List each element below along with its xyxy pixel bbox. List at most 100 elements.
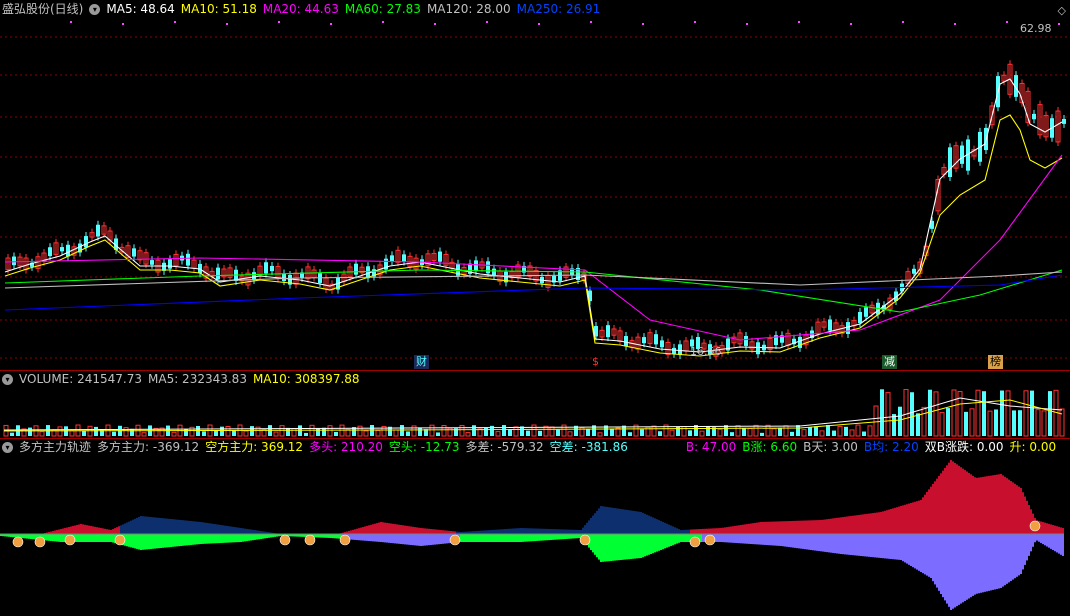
indicator-upper-bar: [578, 529, 580, 534]
volume-bar: [801, 429, 807, 437]
chevron-down-icon[interactable]: ▾: [2, 374, 13, 385]
indicator-lower-bar: [572, 534, 574, 539]
indicator-lower-bar: [218, 534, 220, 544]
volume-bar: [964, 411, 968, 436]
indicator-lower-bar: [206, 534, 208, 544]
event-marker-dollar[interactable]: $: [590, 355, 601, 369]
indicator-chart-pane[interactable]: ▾ 多方主力轨迹 多方主力: -369.12 空方主力: 369.12 多头: 210.…: [0, 438, 1070, 616]
indicator-lower-bar: [672, 534, 674, 546]
indicator-upper-bar: [94, 526, 96, 534]
indicator-upper-bar: [936, 478, 938, 534]
volume-bar: [862, 431, 866, 436]
indicator-upper-bar: [90, 526, 92, 534]
indicator-upper-bar: [122, 524, 124, 534]
indicator-lower-bar: [918, 534, 920, 571]
indicator-upper-bar: [226, 525, 228, 534]
indicator-upper-bar: [156, 517, 158, 534]
candlestick: [60, 247, 64, 252]
indicator-lower-bar: [88, 534, 90, 542]
volume-bar: [484, 427, 488, 436]
chevron-down-icon[interactable]: ▾: [89, 4, 101, 15]
indicator-lower-bar: [718, 534, 720, 542]
indicator-lower-bar: [248, 534, 250, 541]
candlestick: [912, 268, 916, 274]
ma10-value: MA10: 51.18: [180, 2, 257, 16]
candlestick: [84, 236, 88, 248]
indicator-upper-bar: [148, 516, 150, 534]
indicator-upper-bar: [964, 470, 966, 534]
indicator-lower-bar: [994, 534, 996, 590]
volume-bar: [531, 424, 537, 437]
indicator-upper-bar: [938, 476, 940, 534]
indicator-upper-bar: [158, 517, 160, 534]
indicator-lower-bar: [964, 534, 966, 602]
indicator-lower-bar: [896, 534, 898, 560]
indicator-upper-bar: [354, 529, 356, 534]
indicator-chart[interactable]: [0, 438, 1070, 616]
indicator-lower-bar: [270, 534, 272, 538]
indicator-lower-bar: [826, 534, 828, 553]
event-marker-jian[interactable]: 减: [882, 355, 897, 369]
volume-bar: [214, 430, 218, 436]
volume-bar: [304, 432, 308, 436]
indicator-lower-bar: [742, 534, 744, 544]
indicator-lower-bar: [952, 534, 954, 609]
indicator-upper-bar: [888, 509, 890, 534]
volume-bar: [549, 426, 555, 437]
indicator-lower-bar: [1016, 534, 1018, 577]
volume-bar: [808, 427, 812, 436]
indicator-lower-bar: [522, 534, 524, 542]
indicator-lower-bar: [264, 534, 266, 539]
price-chart-pane[interactable]: 盛弘股份(日线) ▾ MA5: 48.64 MA10: 51.18 MA20: 44.6…: [0, 0, 1070, 370]
indicator-upper-bar: [68, 527, 70, 534]
volume-bar: [844, 426, 848, 436]
indicator-upper-bar: [776, 521, 778, 534]
indicator-lower-bar: [912, 534, 914, 568]
indicator-upper-bar: [1022, 492, 1024, 534]
candlestick: [948, 147, 952, 177]
indicator-upper-bar: [768, 521, 770, 534]
indicator-upper-bar: [714, 528, 716, 534]
indicator-upper-bar: [502, 529, 504, 534]
indicator-upper-bar: [954, 462, 956, 534]
indicator-upper-bar: [642, 512, 644, 534]
indicator-lower-bar: [916, 534, 918, 570]
indicator-upper-bar: [436, 529, 438, 534]
chevron-down-icon[interactable]: ▾: [2, 442, 13, 453]
indicator-lower-bar: [740, 534, 742, 544]
indicator-upper-bar: [836, 517, 838, 534]
indicator-lower-bar: [798, 534, 800, 549]
indicator-lower-bar: [176, 534, 178, 547]
indicator-upper-bar: [1052, 525, 1054, 534]
indicator-upper-bar: [924, 494, 926, 534]
price-chart[interactable]: [0, 0, 1070, 370]
indicator-upper-bar: [928, 489, 930, 534]
indicator-upper-bar: [824, 519, 826, 534]
indicator-lower-bar: [242, 534, 244, 542]
indicator-upper-bar: [798, 520, 800, 534]
volume-chart-pane[interactable]: ▾ VOLUME: 241547.73 MA5: 232343.83 MA10: 30…: [0, 370, 1070, 438]
indicator-upper-bar: [930, 486, 932, 534]
indicator-lower-bar: [600, 534, 602, 562]
indicator-lower-bar: [828, 534, 830, 553]
indicator-upper-bar: [766, 521, 768, 534]
indicator-upper-bar: [192, 521, 194, 534]
signal-dot: [1058, 23, 1060, 25]
indicator-upper-bar: [1044, 522, 1046, 534]
event-marker-cai[interactable]: 财: [414, 355, 429, 369]
indicator-lower-bar: [468, 534, 470, 542]
diamond-icon[interactable]: ◇: [1058, 4, 1066, 17]
indicator-upper-bar: [196, 521, 198, 534]
indicator-lower-bar: [614, 534, 616, 561]
indicator-upper-bar: [882, 511, 884, 534]
indicator-lower-bar: [126, 534, 128, 547]
indicator-upper-bar: [686, 529, 688, 534]
indicator-upper-bar: [220, 525, 222, 534]
event-marker-bang[interactable]: 榜: [988, 355, 1003, 369]
indicator-upper-bar: [1058, 526, 1060, 534]
indicator-lower-bar: [820, 534, 822, 552]
indicator-upper-bar: [78, 524, 80, 534]
indicator-lower-bar: [622, 534, 624, 560]
indicator-lower-bar: [774, 534, 776, 546]
indicator-lower-bar: [182, 534, 184, 546]
